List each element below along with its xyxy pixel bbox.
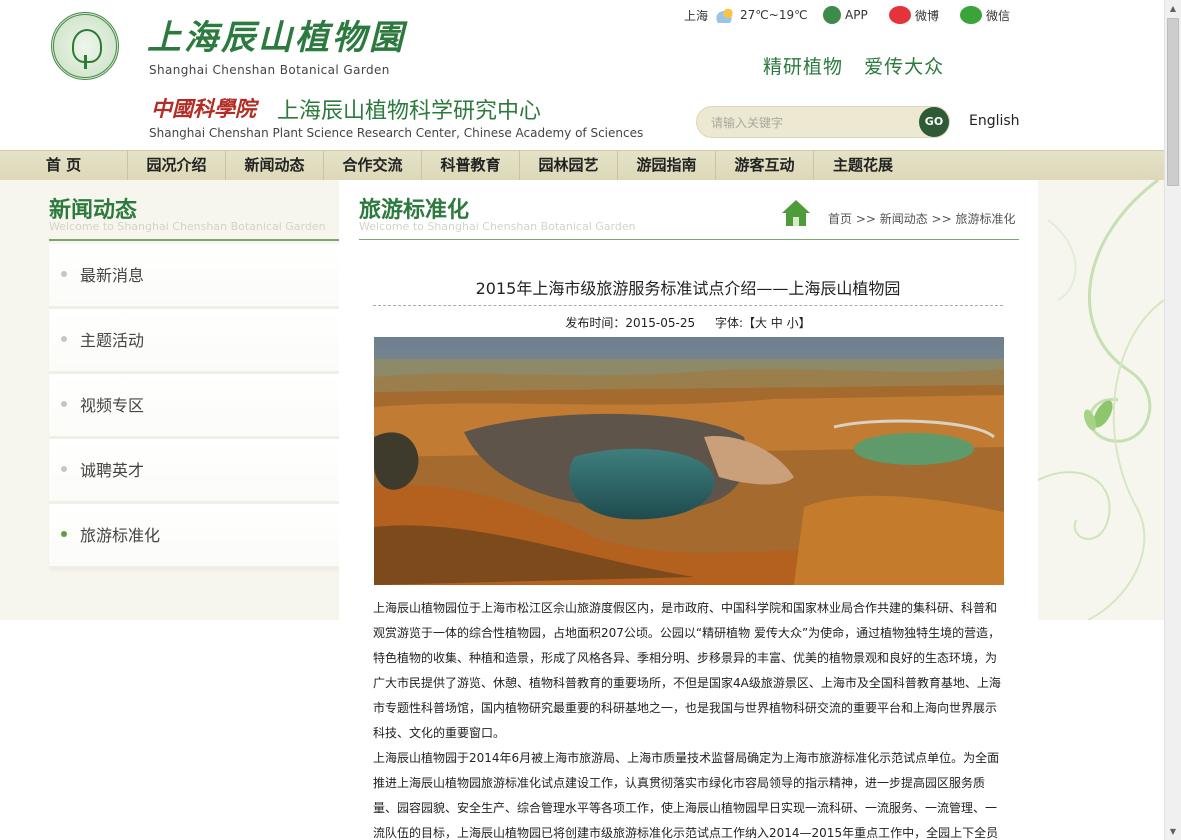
research-center-title-cn: 上海辰山植物科学研究中心 (277, 99, 542, 124)
wechat-icon (960, 6, 982, 24)
page: 上海辰山植物園 Shanghai Chenshan Botanical Gard… (0, 0, 1181, 840)
sidebar-item-videos[interactable]: 视频专区 (49, 374, 339, 439)
section-subtitle: Welcome to Shanghai Chenshan Botanical G… (359, 220, 636, 233)
nav-item-interaction[interactable]: 游客互动 (716, 151, 814, 180)
sidebar-item-label: 视频专区 (80, 396, 145, 415)
garden-logo-seal[interactable] (51, 12, 119, 80)
publish-date: 发布时间：2015-05-25 (565, 316, 696, 330)
sidebar-subtitle: Welcome to Shanghai Chenshan Botanical G… (49, 220, 326, 233)
vertical-scrollbar[interactable]: ▲ ▼ (1164, 0, 1181, 840)
section-divider (359, 239, 1019, 240)
article-photo-quarry-garden (374, 337, 1004, 585)
sidebar-item-careers[interactable]: 诚聘英才 (49, 439, 339, 504)
article-meta: 发布时间：2015-05-25 字体:【大 中 小】 (373, 314, 1003, 331)
article-title-divider (373, 305, 1003, 306)
english-link[interactable]: English (969, 113, 1020, 129)
scroll-down-arrow-icon[interactable]: ▼ (1165, 823, 1181, 840)
app-icon (823, 6, 841, 24)
scrollbar-thumb[interactable] (1167, 18, 1179, 186)
sidebar-menu: 最新消息 主题活动 视频专区 诚聘英才 旅游标准化 (49, 244, 339, 569)
search-go-button[interactable]: GO (919, 107, 949, 137)
bullet-icon (61, 271, 67, 277)
bullet-icon (61, 336, 67, 342)
weibo-link[interactable]: 微博 (889, 6, 939, 24)
nav-item-visitor-guide[interactable]: 游园指南 (618, 151, 716, 180)
nav-item-cooperation[interactable]: 合作交流 (324, 151, 422, 180)
nav-item-horticulture[interactable]: 园林园艺 (520, 151, 618, 180)
right-vine-decoration (1038, 180, 1164, 620)
nav-item-about[interactable]: 园况介绍 (128, 151, 226, 180)
sidebar-item-latest-news[interactable]: 最新消息 (49, 244, 339, 309)
cloudy-weather-icon (716, 7, 737, 23)
sidebar-item-label: 主题活动 (80, 331, 145, 350)
article-title: 2015年上海市级旅游服务标准试点介绍——上海辰山植物园 (475, 279, 901, 298)
sidebar-item-theme-events[interactable]: 主题活动 (49, 309, 339, 374)
weibo-label: 微博 (915, 8, 940, 23)
nav-item-home[interactable]: 首 页 (0, 151, 128, 180)
sidebar-divider (49, 239, 339, 241)
app-link[interactable]: APP (823, 6, 868, 24)
font-size-control[interactable]: 字体:【大 中 小】 (715, 316, 811, 330)
scroll-up-arrow-icon[interactable]: ▲ (1165, 0, 1181, 17)
app-label: APP (845, 8, 868, 22)
bullet-icon (61, 466, 67, 472)
nav-item-news[interactable]: 新闻动态 (226, 151, 324, 180)
nav-item-flower-show[interactable]: 主题花展 (814, 151, 912, 180)
sidebar-item-tourism-standardization[interactable]: 旅游标准化 (49, 504, 339, 569)
site-title-en: Shanghai Chenshan Botanical Garden (149, 63, 390, 77)
site-title-cn[interactable]: 上海辰山植物園 (147, 10, 406, 59)
bullet-icon (61, 401, 67, 407)
wechat-link[interactable]: 微信 (960, 6, 1010, 24)
search-input[interactable] (711, 113, 901, 133)
article-paragraph: 上海辰山植物园于2014年6月被上海市旅游局、上海市质量技术监督局确定为上海市旅… (373, 751, 1000, 840)
nav-item-education[interactable]: 科普教育 (422, 151, 520, 180)
breadcrumb[interactable]: 首页 >> 新闻动态 >> 旅游标准化 (828, 210, 1015, 227)
bullet-icon (61, 531, 67, 537)
sidebar-item-label: 最新消息 (80, 266, 145, 285)
home-icon[interactable] (780, 198, 812, 228)
weibo-icon (889, 6, 911, 24)
weather-temperature: 27℃~19℃ (740, 8, 808, 22)
cas-logo[interactable]: 中國科學院 (151, 93, 256, 123)
vine-swirl-graphic (1038, 180, 1164, 620)
research-center-title-en: Shanghai Chenshan Plant Science Research… (149, 126, 644, 140)
sidebar-item-label: 诚聘英才 (80, 461, 145, 480)
sidebar-item-label: 旅游标准化 (80, 526, 161, 545)
article-paragraph: 上海辰山植物园位于上海市松江区佘山旅游度假区内，是市政府、中国科学院和国家林业局… (373, 601, 1001, 740)
main-nav: 首 页 园况介绍 新闻动态 合作交流 科普教育 园林园艺 游园指南 游客互动 主… (0, 150, 1164, 181)
article-body: 上海辰山植物园位于上海市松江区佘山旅游度假区内，是市政府、中国科学院和国家林业局… (373, 596, 1005, 840)
weather-city: 上海 (684, 8, 709, 23)
search-box: GO (696, 106, 950, 138)
slogan: 精研植物 爱传大众 (763, 56, 945, 78)
main-content: 旅游标准化 Welcome to Shanghai Chenshan Botan… (339, 180, 1038, 840)
wechat-label: 微信 (986, 8, 1011, 23)
sidebar: 新闻动态 Welcome to Shanghai Chenshan Botani… (26, 180, 339, 620)
weather-widget: 上海 27℃~19℃ (684, 6, 808, 24)
left-decoration (0, 180, 26, 620)
site-header: 上海辰山植物園 Shanghai Chenshan Botanical Gard… (0, 0, 1164, 150)
